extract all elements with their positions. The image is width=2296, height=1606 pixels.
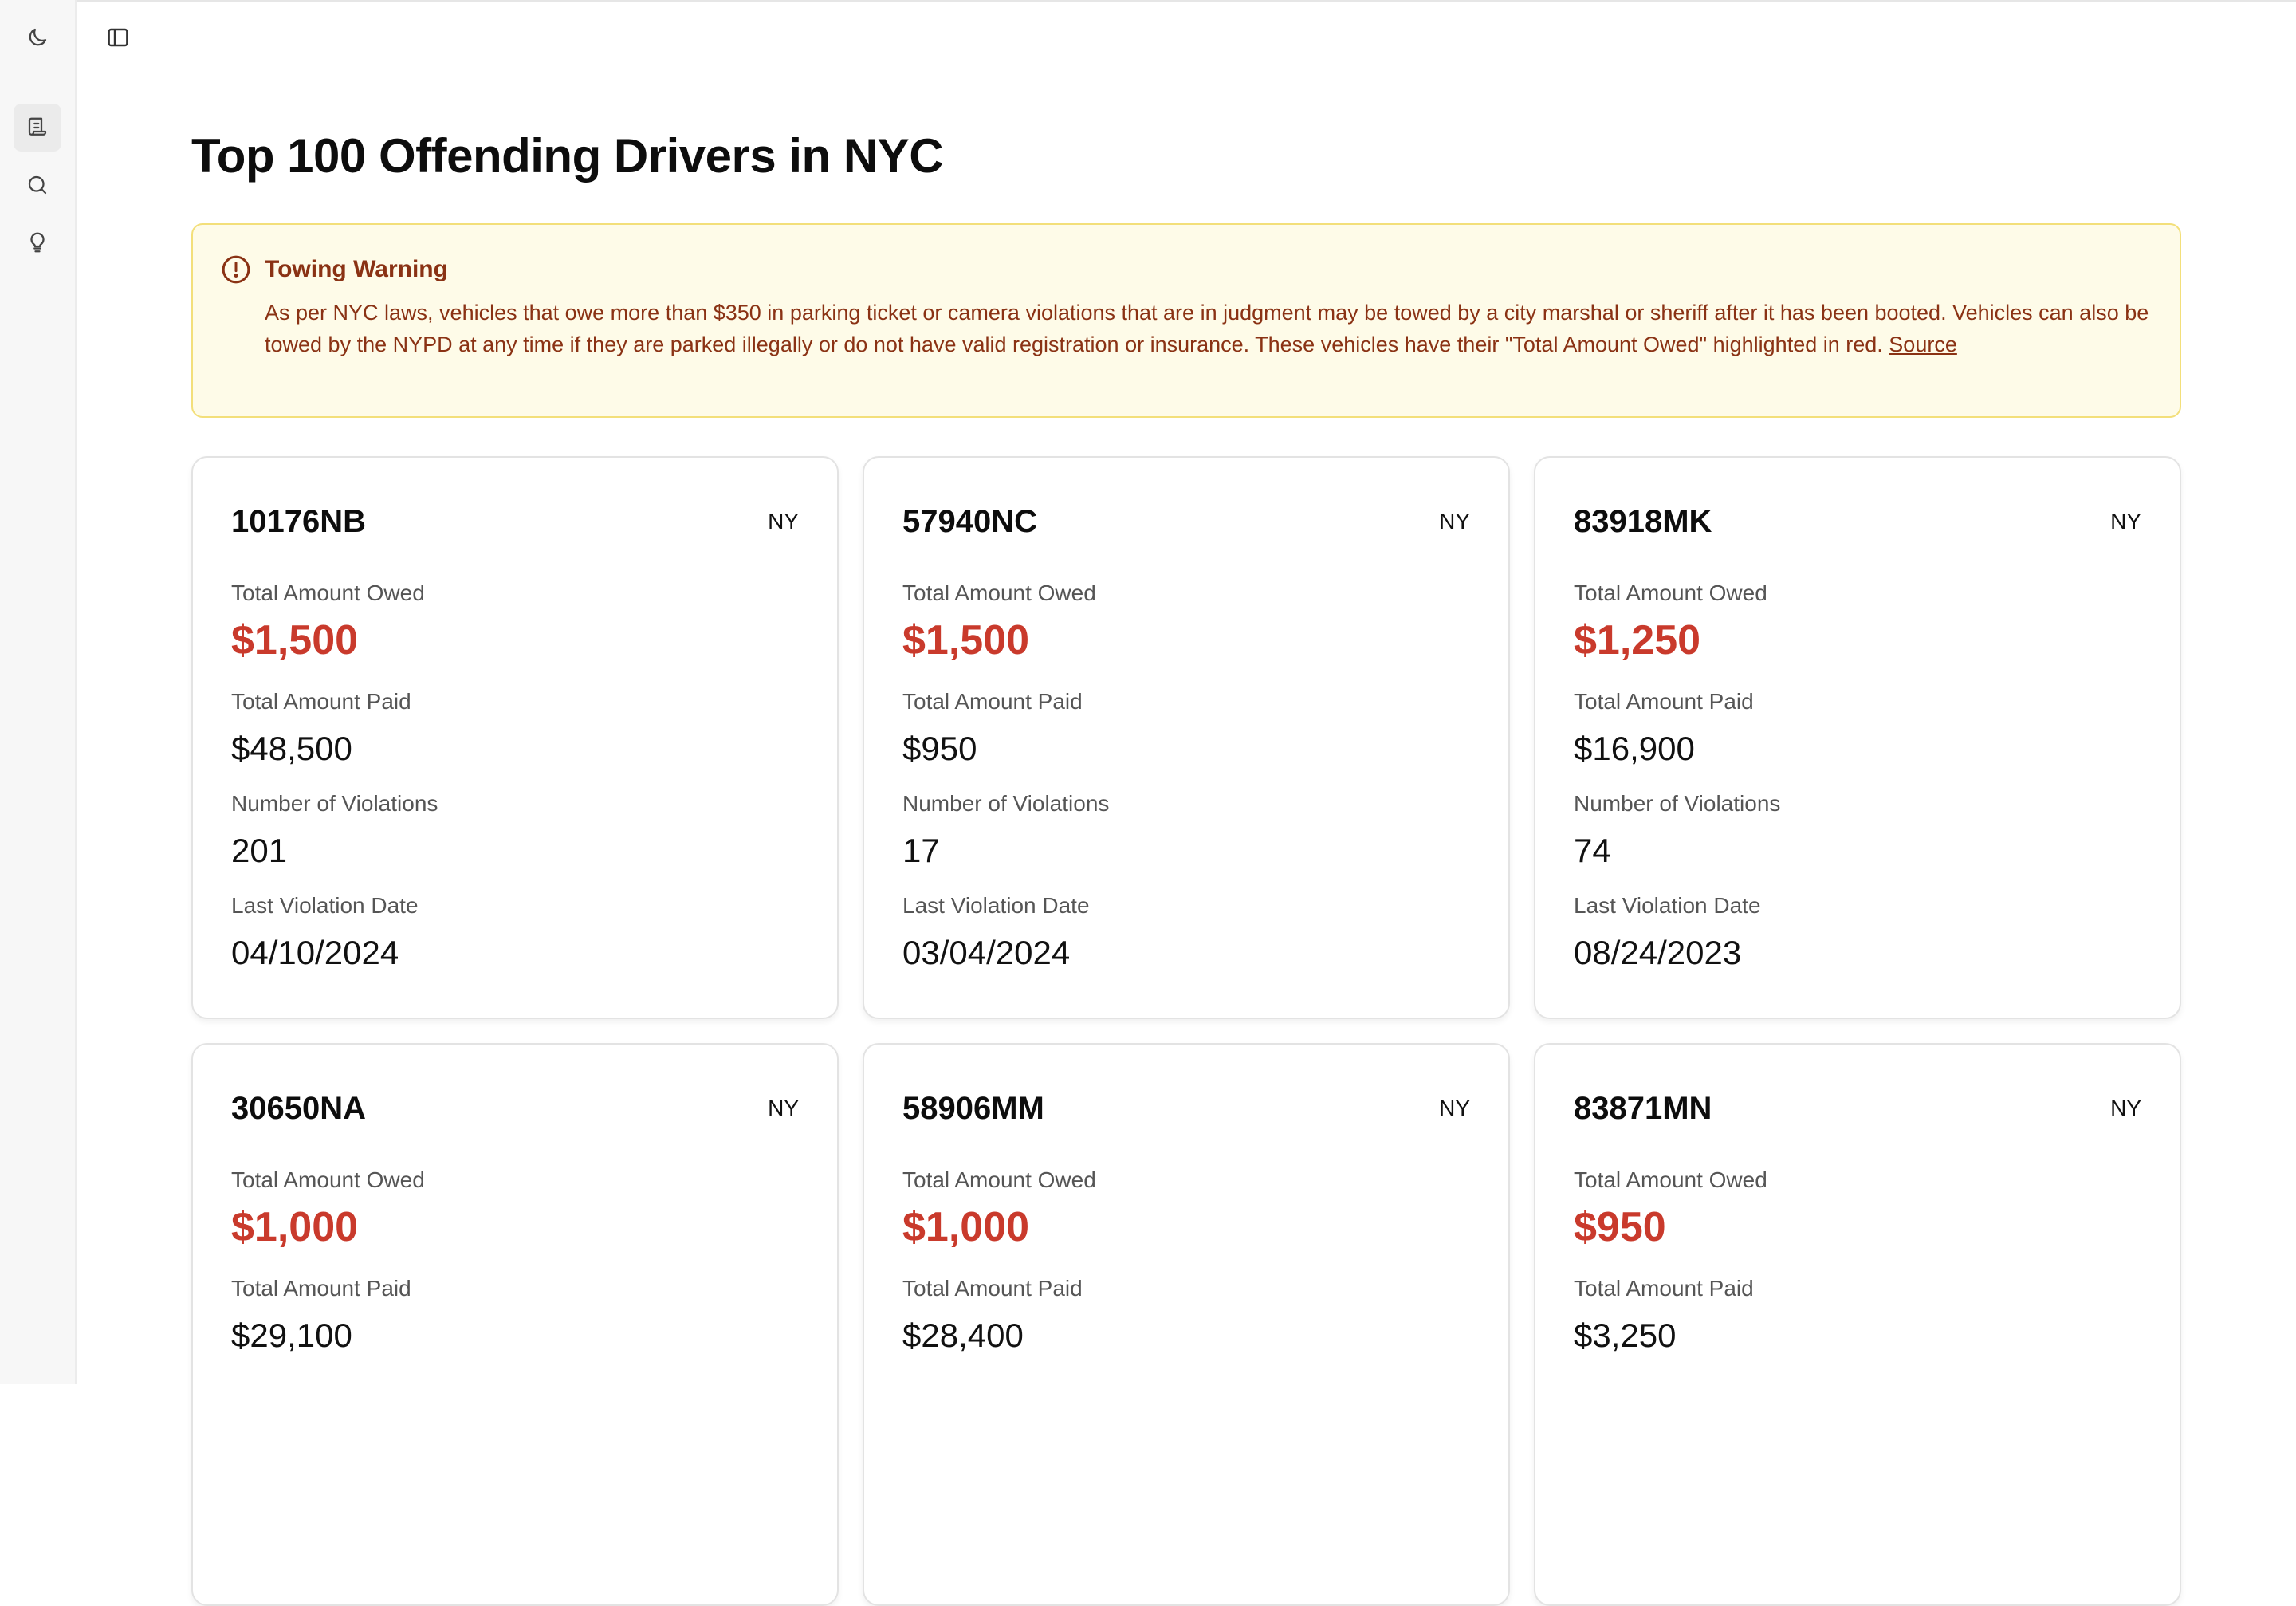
violations-value: 17 bbox=[902, 832, 940, 869]
nav-ideas-button[interactable] bbox=[14, 218, 61, 266]
nav-list-button[interactable] bbox=[14, 104, 61, 152]
owed-label: Total Amount Owed bbox=[231, 581, 425, 605]
page-title: Top 100 Offending Drivers in NYC bbox=[191, 129, 944, 183]
last-date-value: 04/10/2024 bbox=[231, 934, 399, 971]
alert-title: Towing Warning bbox=[265, 256, 448, 282]
driver-card-grid: 10176NB NY Total Amount Owed $1,500 Tota… bbox=[191, 456, 2181, 1606]
owed-value: $1,250 bbox=[1574, 617, 1701, 663]
lightbulb-icon bbox=[30, 232, 45, 253]
last-date-label: Last Violation Date bbox=[902, 893, 1090, 918]
owed-label: Total Amount Owed bbox=[1574, 581, 1767, 605]
last-date-value: 03/04/2024 bbox=[902, 934, 1071, 971]
plate-state: NY bbox=[768, 509, 799, 533]
owed-value: $1,000 bbox=[231, 1204, 359, 1250]
paid-label: Total Amount Paid bbox=[231, 689, 411, 714]
nav-search-button[interactable] bbox=[14, 161, 61, 209]
plate-number: 83918MK bbox=[1574, 504, 1712, 539]
last-date-label: Last Violation Date bbox=[1574, 893, 1761, 918]
theme-toggle-button[interactable] bbox=[14, 14, 61, 61]
sidebar-panel-icon bbox=[108, 28, 128, 47]
paid-label: Total Amount Paid bbox=[902, 1276, 1083, 1301]
violations-label: Number of Violations bbox=[231, 791, 438, 816]
alert-body: As per NYC laws, vehicles that owe more … bbox=[265, 297, 2154, 360]
paid-value: $28,400 bbox=[902, 1317, 1024, 1354]
paid-label: Total Amount Paid bbox=[231, 1276, 411, 1301]
owed-label: Total Amount Owed bbox=[1574, 1167, 1767, 1192]
paid-label: Total Amount Paid bbox=[1574, 689, 1754, 714]
sidebar-toggle-button[interactable] bbox=[94, 14, 142, 61]
violations-label: Number of Violations bbox=[1574, 791, 1781, 816]
owed-value: $1,500 bbox=[231, 617, 359, 663]
last-date-value: 08/24/2023 bbox=[1574, 934, 1742, 971]
owed-value: $1,000 bbox=[902, 1204, 1030, 1250]
plate-number: 10176NB bbox=[231, 504, 367, 539]
alert-circle-icon bbox=[222, 255, 250, 284]
plate-state: NY bbox=[2110, 509, 2141, 533]
search-icon bbox=[28, 175, 47, 195]
owed-value: $1,500 bbox=[902, 617, 1030, 663]
driver-card[interactable]: 83871MN NY Total Amount Owed $950 Total … bbox=[1534, 1043, 2181, 1606]
towing-warning-alert: Towing Warning As per NYC laws, vehicles… bbox=[191, 223, 2181, 418]
violations-value: 74 bbox=[1574, 832, 1611, 869]
plate-number: 58906MM bbox=[902, 1091, 1044, 1126]
owed-value: $950 bbox=[1574, 1204, 1666, 1250]
paid-value: $3,250 bbox=[1574, 1317, 1677, 1354]
owed-label: Total Amount Owed bbox=[902, 1167, 1096, 1192]
plate-number: 30650NA bbox=[231, 1091, 367, 1126]
violations-label: Number of Violations bbox=[902, 791, 1110, 816]
source-link[interactable]: Source bbox=[1889, 333, 1957, 356]
owed-label: Total Amount Owed bbox=[902, 581, 1096, 605]
moon-icon bbox=[29, 28, 47, 46]
plate-state: NY bbox=[1439, 1096, 1470, 1120]
alert-message: As per NYC laws, vehicles that owe more … bbox=[265, 301, 2149, 356]
plate-number: 83871MN bbox=[1574, 1091, 1712, 1126]
icon-sidebar bbox=[0, 0, 77, 1384]
driver-card[interactable]: 58906MM NY Total Amount Owed $1,000 Tota… bbox=[863, 1043, 1510, 1606]
owed-label: Total Amount Owed bbox=[231, 1167, 425, 1192]
driver-card[interactable]: 30650NA NY Total Amount Owed $1,000 Tota… bbox=[191, 1043, 839, 1606]
driver-card[interactable]: 10176NB NY Total Amount Owed $1,500 Tota… bbox=[191, 456, 839, 1019]
violations-value: 201 bbox=[231, 832, 288, 869]
paid-value: $950 bbox=[902, 730, 977, 767]
last-date-label: Last Violation Date bbox=[231, 893, 419, 918]
driver-card[interactable]: 83918MK NY Total Amount Owed $1,250 Tota… bbox=[1534, 456, 2181, 1019]
paid-value: $48,500 bbox=[231, 730, 352, 767]
paid-label: Total Amount Paid bbox=[1574, 1276, 1754, 1301]
top-border bbox=[0, 0, 2296, 2]
scroll-list-icon bbox=[28, 117, 47, 136]
plate-state: NY bbox=[768, 1096, 799, 1120]
paid-label: Total Amount Paid bbox=[902, 689, 1083, 714]
driver-card[interactable]: 57940NC NY Total Amount Owed $1,500 Tota… bbox=[863, 456, 1510, 1019]
plate-state: NY bbox=[2110, 1096, 2141, 1120]
plate-number: 57940NC bbox=[902, 504, 1038, 539]
plate-state: NY bbox=[1439, 509, 1470, 533]
paid-value: $16,900 bbox=[1574, 730, 1695, 767]
paid-value: $29,100 bbox=[231, 1317, 352, 1354]
